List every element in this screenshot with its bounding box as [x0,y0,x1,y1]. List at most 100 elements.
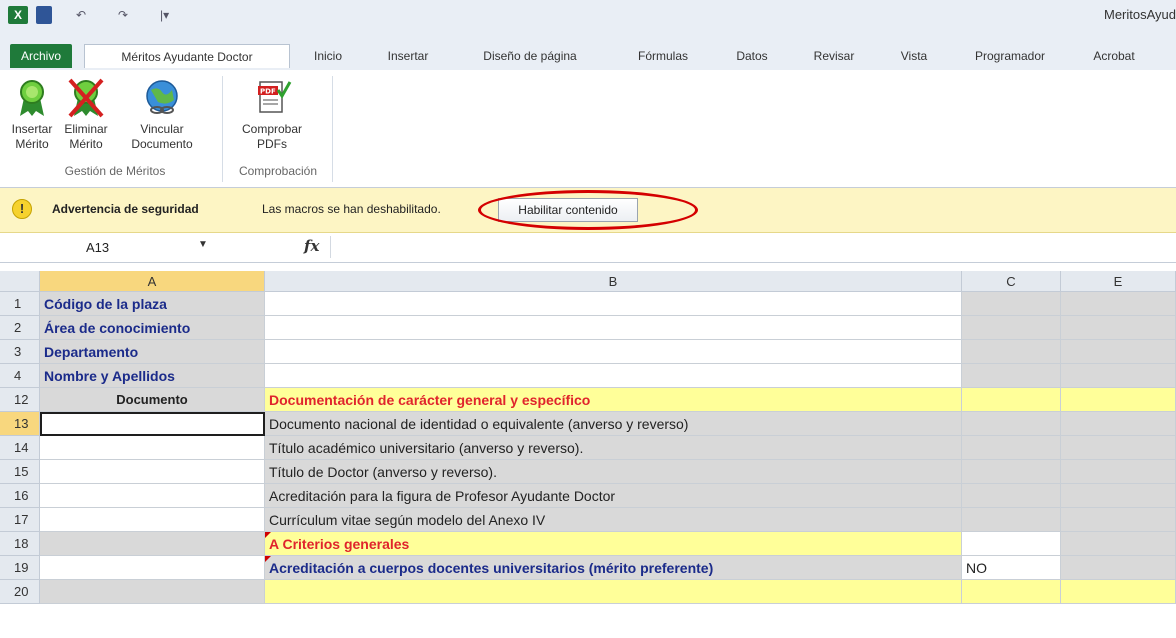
cell-e13[interactable] [1061,412,1176,436]
tab-vista[interactable]: Vista [892,44,936,68]
cell-c20[interactable] [962,580,1061,604]
cell-b16[interactable]: Acreditación para la figura de Profesor … [265,484,962,508]
tab-archivo[interactable]: Archivo [10,44,72,68]
pdf-check-icon: PDF [252,78,292,118]
enable-content-button[interactable]: Habilitar contenido [498,198,638,222]
customize-toolbar-icon[interactable]: |▾ [160,6,169,24]
cell-a4[interactable]: Nombre y Apellidos [40,364,265,388]
row-header[interactable]: 19 [0,556,40,580]
cell-c15[interactable] [962,460,1061,484]
row-header[interactable]: 12 [0,388,40,412]
cell-e17[interactable] [1061,508,1176,532]
comment-indicator-icon[interactable] [265,556,271,562]
tab-inicio[interactable]: Inicio [306,44,350,68]
redo-icon[interactable]: ↷ [118,6,128,24]
spreadsheet-grid: A B C E 1 Código de la plaza 2 Área de c… [0,263,1176,638]
row-header[interactable]: 1 [0,292,40,316]
cell-c16[interactable] [962,484,1061,508]
cell-e15[interactable] [1061,460,1176,484]
cell-e19[interactable] [1061,556,1176,580]
cell-e3[interactable] [1061,340,1176,364]
cell-a19[interactable] [40,556,265,580]
row-header[interactable]: 3 [0,340,40,364]
cell-a20[interactable] [40,580,265,604]
cell-a14[interactable] [40,436,265,460]
tab-insertar[interactable]: Insertar [380,44,436,68]
cell-b19[interactable]: Acreditación a cuerpos docentes universi… [265,556,962,580]
comprobar-pdfs-button[interactable]: PDF Comprobar PDFs [230,78,314,152]
cell-a18[interactable] [40,532,265,556]
cell-c2[interactable] [962,316,1061,340]
cell-c14[interactable] [962,436,1061,460]
eliminar-merito-button[interactable]: Eliminar Mérito [60,78,112,152]
cell-c4[interactable] [962,364,1061,388]
save-icon[interactable] [36,6,52,24]
cell-b2[interactable] [265,316,962,340]
select-all-corner[interactable] [0,271,40,292]
cell-a15[interactable] [40,460,265,484]
cell-b17[interactable]: Currículum vitae según modelo del Anexo … [265,508,962,532]
cell-c13[interactable] [962,412,1061,436]
cell-a17[interactable] [40,508,265,532]
cell-b12[interactable]: Documentación de carácter general y espe… [265,388,962,412]
name-box[interactable]: A13 [40,238,220,258]
tab-datos[interactable]: Datos [728,44,776,68]
cell-e12[interactable] [1061,388,1176,412]
cell-e2[interactable] [1061,316,1176,340]
formula-bar: A13 ▼ fx [0,233,1176,263]
cell-c1[interactable] [962,292,1061,316]
cell-b1[interactable] [265,292,962,316]
cell-b4[interactable] [265,364,962,388]
cell-c12[interactable] [962,388,1061,412]
cell-b3[interactable] [265,340,962,364]
cell-a16[interactable] [40,484,265,508]
row-header[interactable]: 17 [0,508,40,532]
insertar-merito-button[interactable]: Insertar Mérito [6,78,58,152]
tab-acrobat[interactable]: Acrobat [1082,44,1146,68]
comment-indicator-icon[interactable] [265,532,271,538]
cell-a3[interactable]: Departamento [40,340,265,364]
column-header-e[interactable]: E [1061,271,1176,292]
cell-b20[interactable] [265,580,962,604]
excel-logo-icon[interactable]: X [8,6,28,24]
cell-e14[interactable] [1061,436,1176,460]
cell-e16[interactable] [1061,484,1176,508]
cell-a13-active[interactable] [40,412,265,436]
tab-programador[interactable]: Programador [962,44,1058,68]
row-header[interactable]: 15 [0,460,40,484]
cell-e4[interactable] [1061,364,1176,388]
tab-meritos-ayudante-doctor[interactable]: Méritos Ayudante Doctor [84,44,290,68]
column-header-a[interactable]: A [40,271,265,292]
row-header[interactable]: 4 [0,364,40,388]
cell-b13[interactable]: Documento nacional de identidad o equiva… [265,412,962,436]
tab-formulas[interactable]: Fórmulas [630,44,696,68]
cell-c17[interactable] [962,508,1061,532]
row-header[interactable]: 20 [0,580,40,604]
row-header[interactable]: 16 [0,484,40,508]
row-header[interactable]: 18 [0,532,40,556]
cell-a2[interactable]: Área de conocimiento [40,316,265,340]
tab-diseno-de-pagina[interactable]: Diseño de página [472,44,588,68]
row-header[interactable]: 14 [0,436,40,460]
row-header[interactable]: 13 [0,412,40,436]
cell-c3[interactable] [962,340,1061,364]
cell-c19[interactable]: NO [962,556,1061,580]
cell-a12[interactable]: Documento [40,388,265,412]
tab-revisar[interactable]: Revisar [806,44,862,68]
cell-c18[interactable] [962,532,1061,556]
undo-icon[interactable]: ↶ [76,6,86,24]
column-header-b[interactable]: B [265,271,962,292]
formula-input[interactable] [330,236,1170,258]
vincular-documento-button[interactable]: Vincular Documento [122,78,202,152]
chevron-down-icon[interactable]: ▼ [198,239,208,250]
cell-e18[interactable] [1061,532,1176,556]
cell-b14[interactable]: Título académico universitario (anverso … [265,436,962,460]
cell-e1[interactable] [1061,292,1176,316]
row-header[interactable]: 2 [0,316,40,340]
cell-b18[interactable]: A Criterios generales [265,532,962,556]
column-header-c[interactable]: C [962,271,1061,292]
function-icon[interactable]: fx [304,237,319,255]
cell-e20[interactable] [1061,580,1176,604]
cell-a1[interactable]: Código de la plaza [40,292,265,316]
cell-b15[interactable]: Título de Doctor (anverso y reverso). [265,460,962,484]
